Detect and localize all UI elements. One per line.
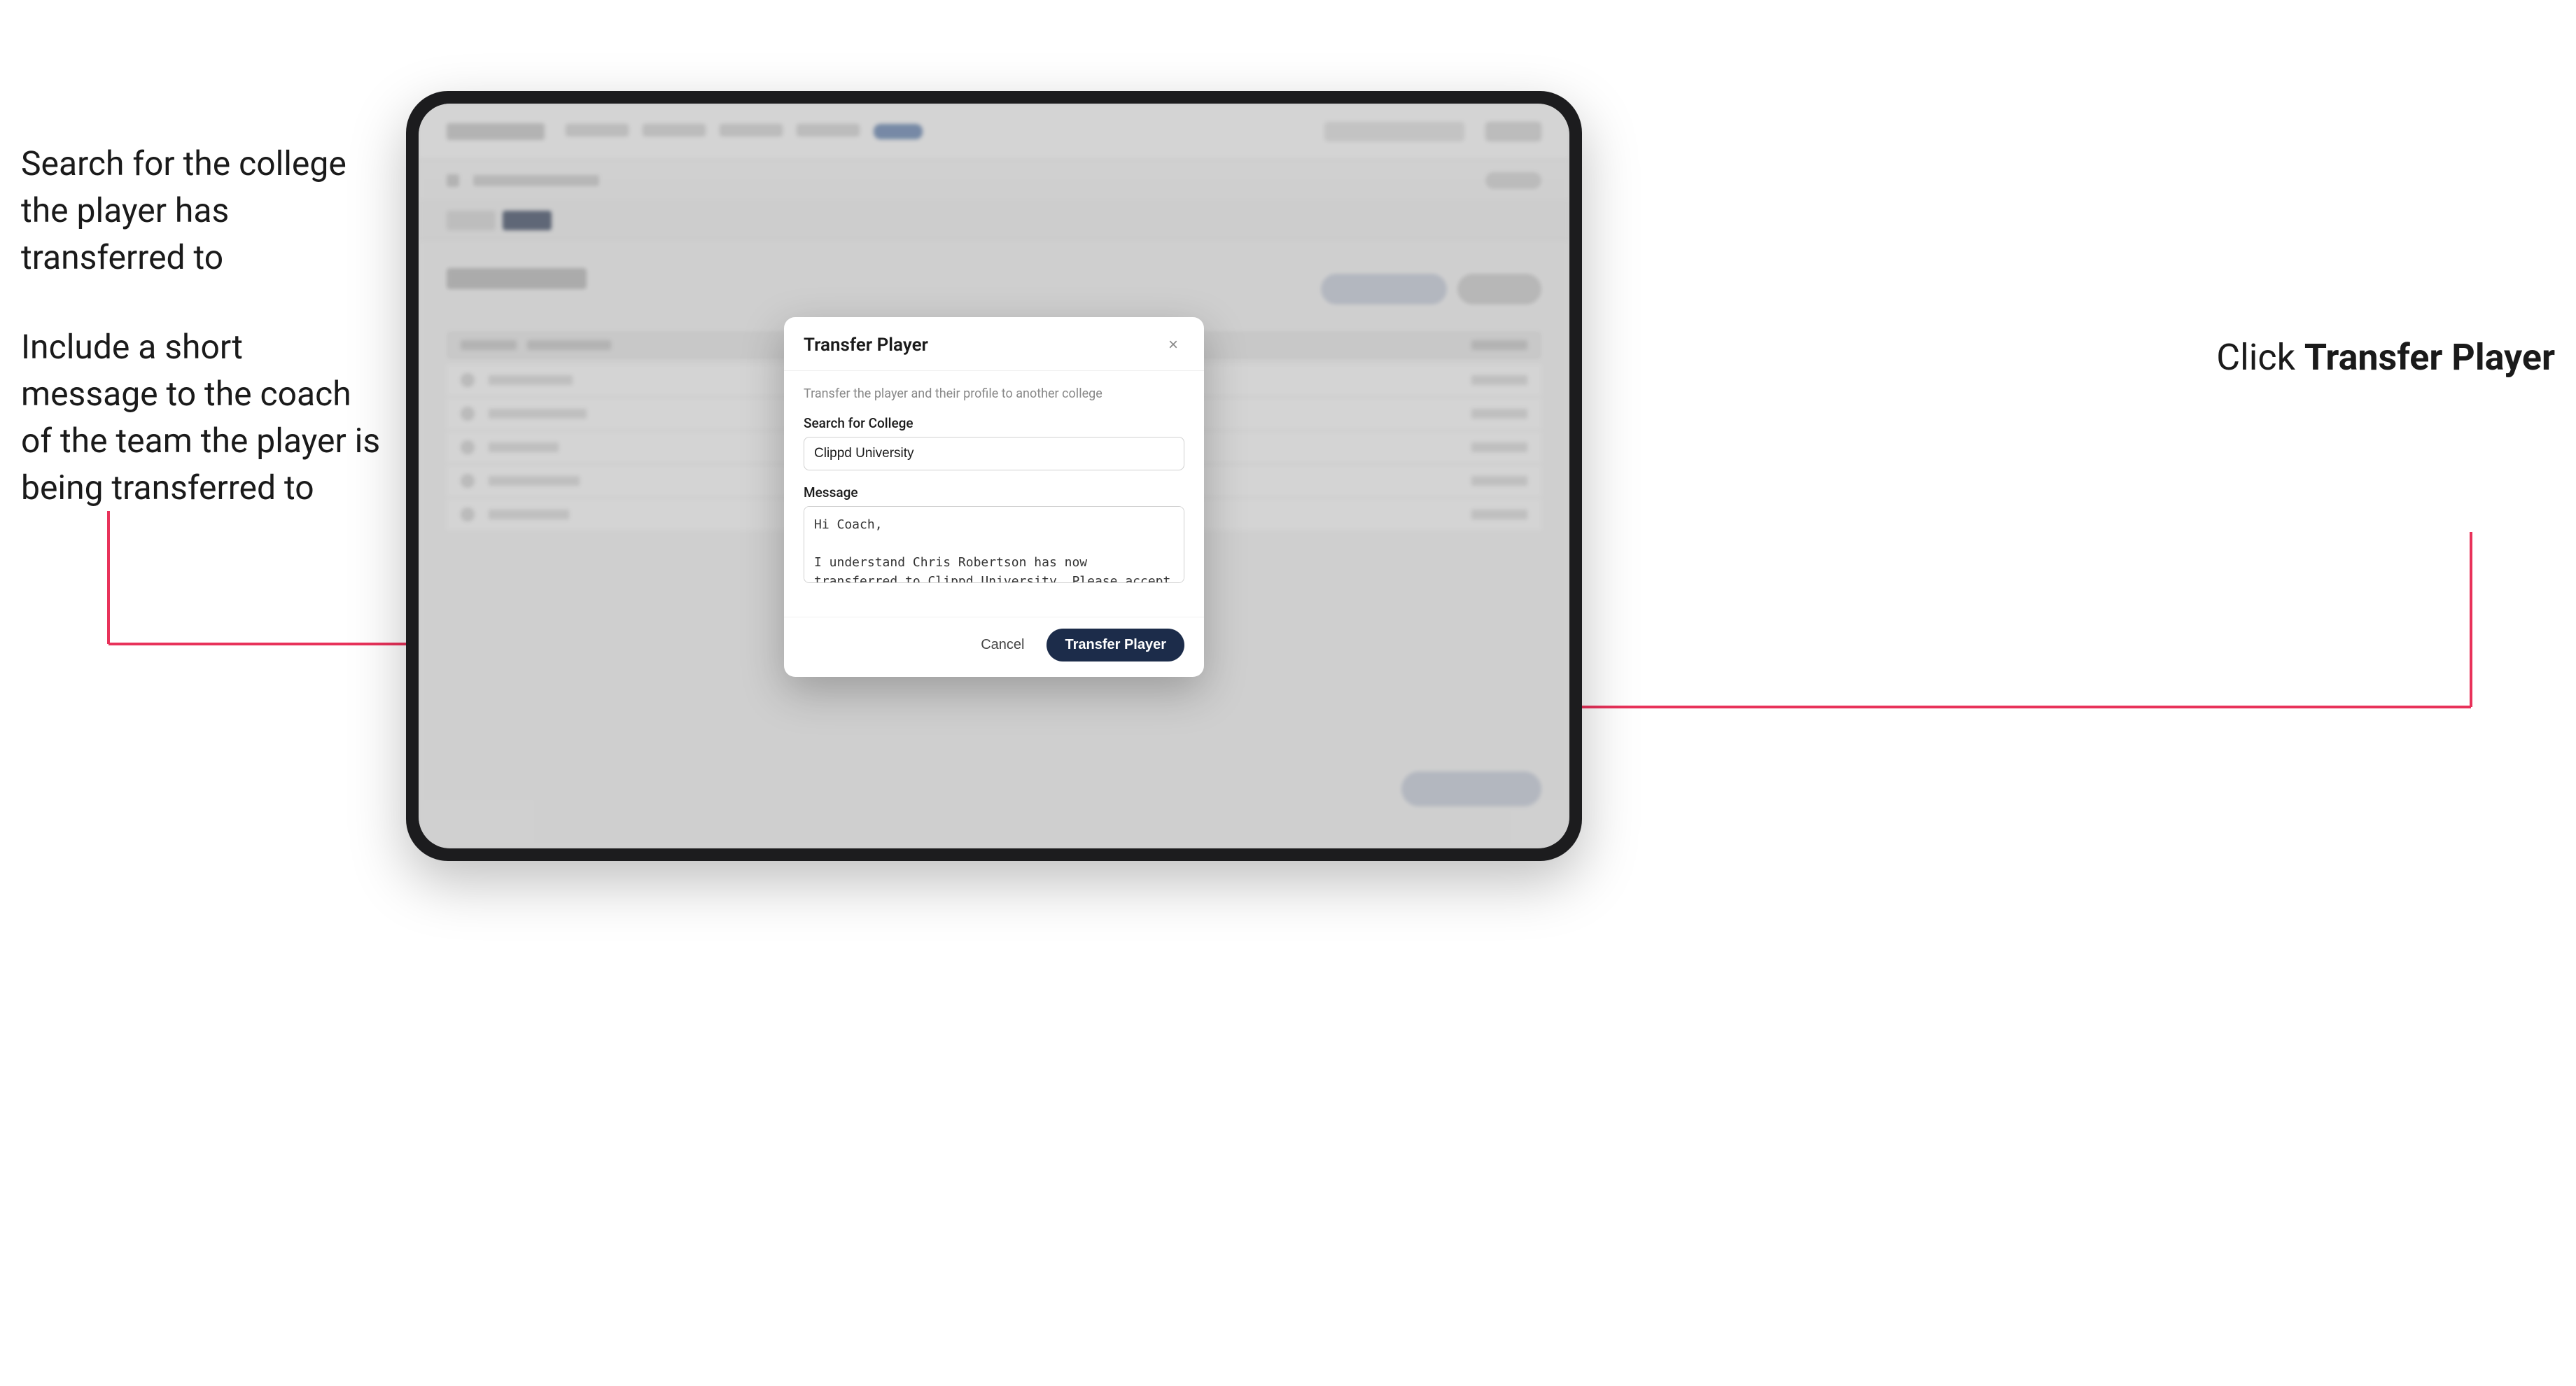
annotation-right-bold: Transfer Player: [2304, 336, 2555, 379]
modal-close-button[interactable]: ×: [1162, 334, 1184, 356]
modal-body: Transfer the player and their profile to…: [784, 371, 1204, 617]
modal-footer: Cancel Transfer Player: [784, 617, 1204, 677]
close-icon: ×: [1168, 335, 1178, 355]
annotation-text-1: Search for the college the player has tr…: [21, 140, 385, 281]
annotation-right: Click Transfer Player: [2216, 336, 2555, 379]
tablet-device: Transfer Player × Transfer the player an…: [406, 91, 1582, 861]
transfer-player-modal: Transfer Player × Transfer the player an…: [784, 317, 1204, 677]
transfer-player-button[interactable]: Transfer Player: [1046, 629, 1184, 662]
search-college-input[interactable]: [804, 437, 1184, 470]
annotation-right-prefix: Click: [2216, 336, 2304, 379]
tablet-screen: Transfer Player × Transfer the player an…: [419, 104, 1569, 848]
search-college-group: Search for College: [804, 415, 1184, 470]
cancel-button[interactable]: Cancel: [969, 630, 1035, 660]
annotation-text-2: Include a short message to the coach of …: [21, 323, 385, 512]
modal-overlay: Transfer Player × Transfer the player an…: [419, 104, 1569, 848]
search-college-label: Search for College: [804, 415, 1184, 431]
message-label: Message: [804, 484, 1184, 500]
modal-title: Transfer Player: [804, 335, 928, 356]
modal-header: Transfer Player ×: [784, 317, 1204, 371]
modal-subtitle: Transfer the player and their profile to…: [804, 386, 1184, 401]
annotation-right-text: Click Transfer Player: [2216, 336, 2555, 379]
message-group: Message Hi Coach, I understand Chris Rob…: [804, 484, 1184, 586]
annotation-left: Search for the college the player has tr…: [21, 140, 385, 553]
message-textarea[interactable]: Hi Coach, I understand Chris Robertson h…: [804, 506, 1184, 583]
